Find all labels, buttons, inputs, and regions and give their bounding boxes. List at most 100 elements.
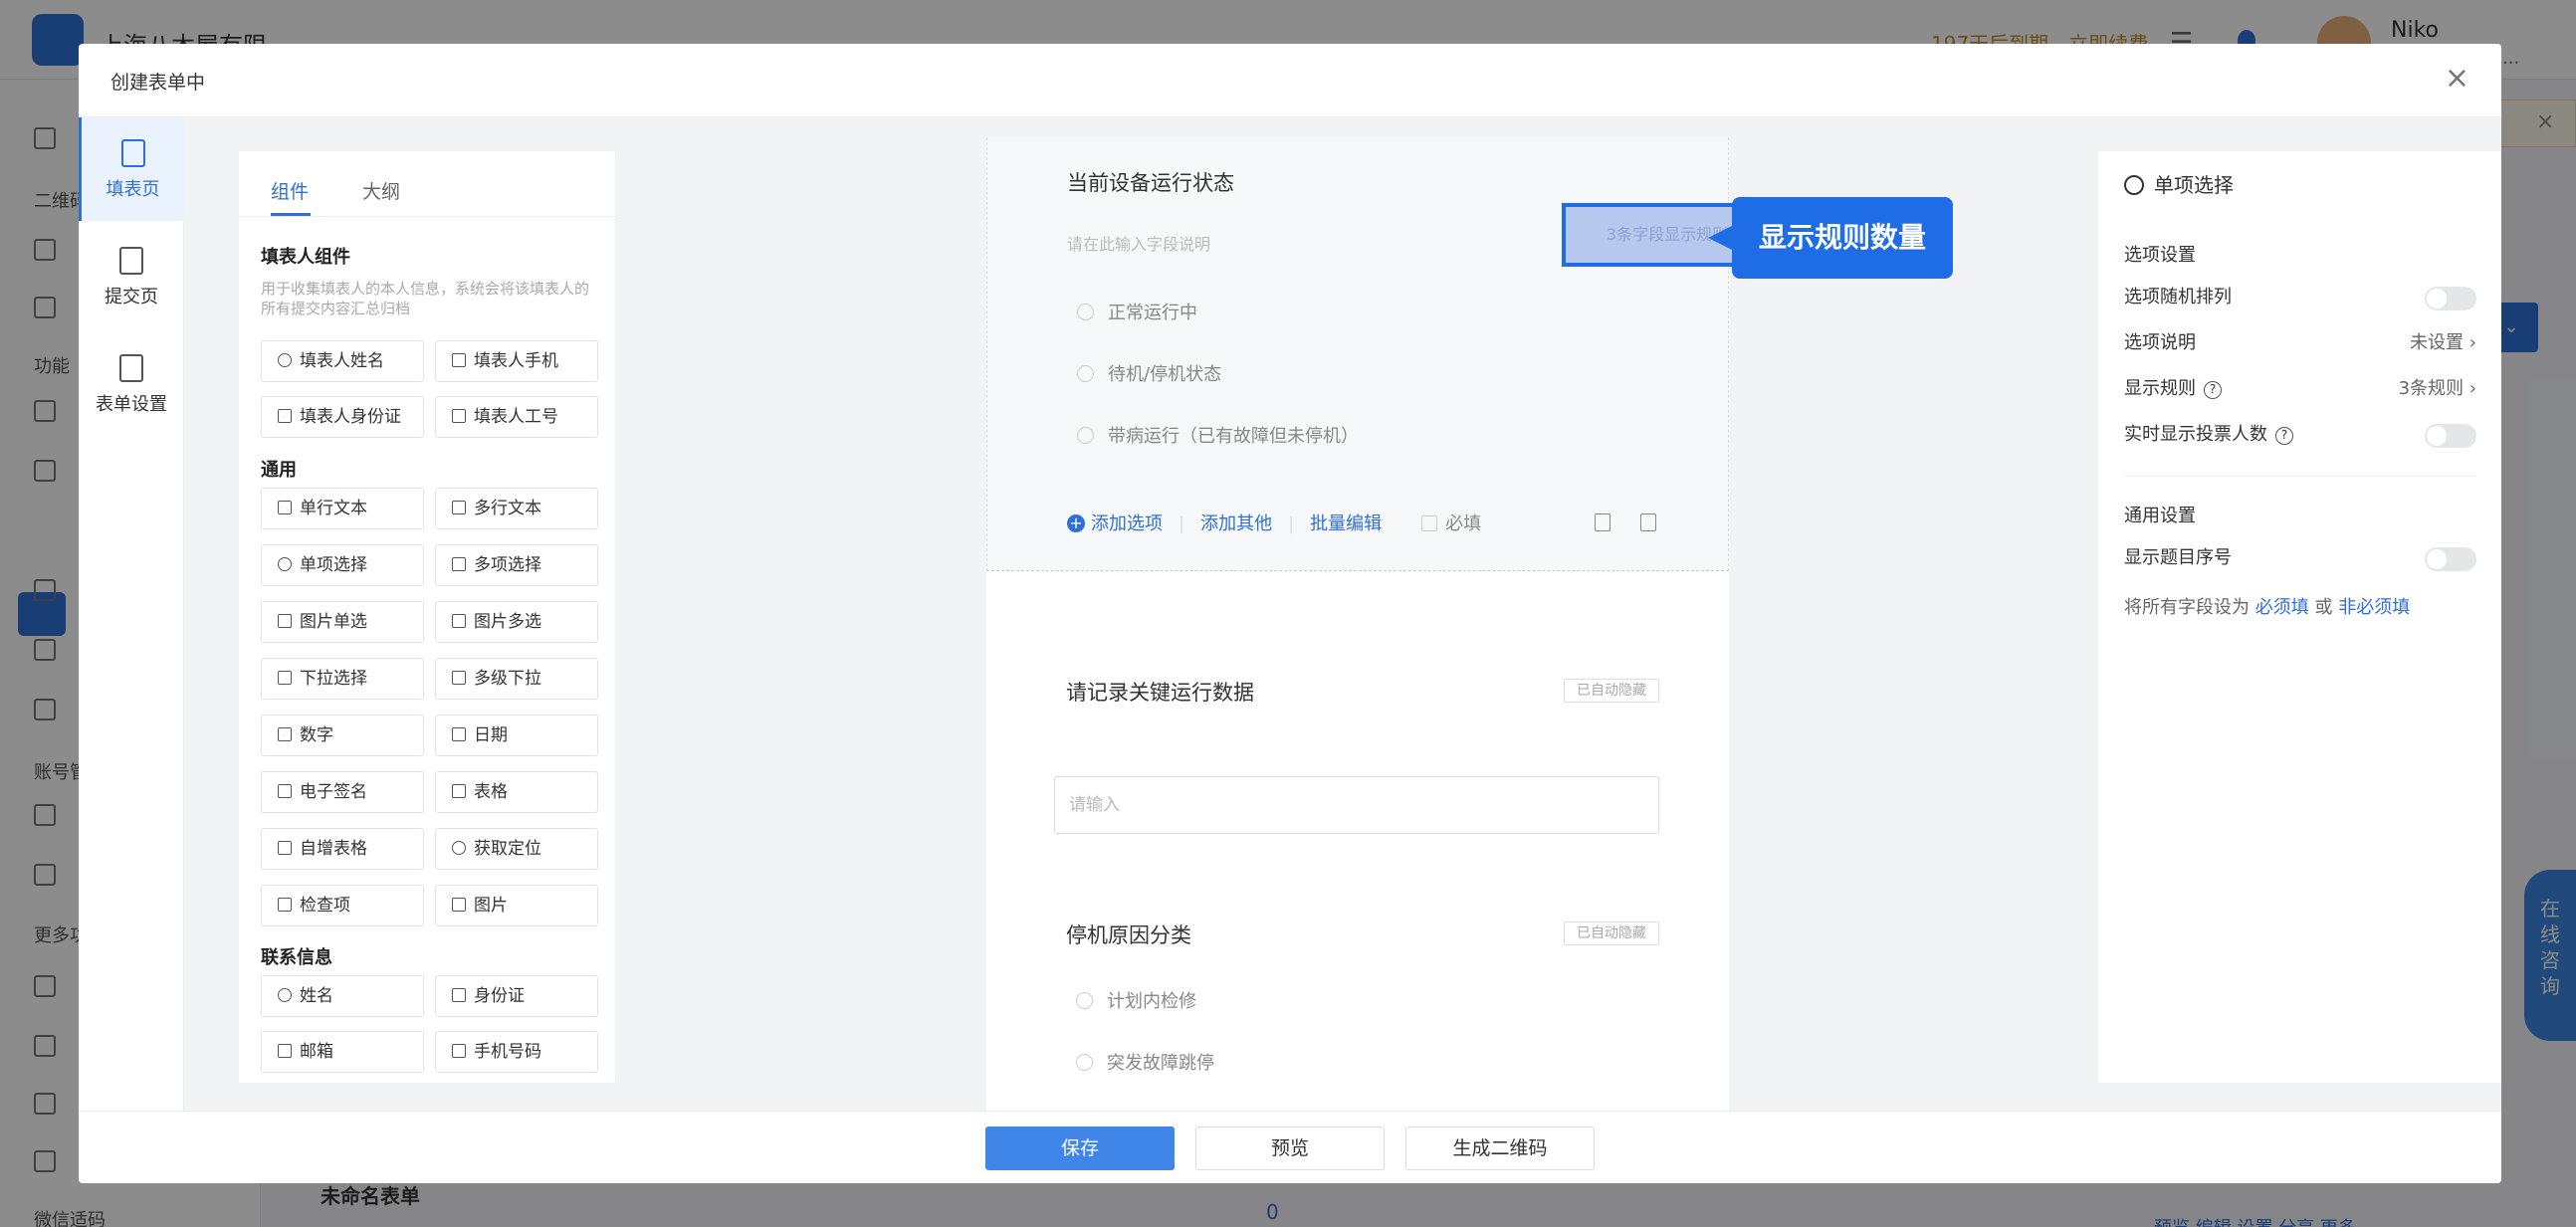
component-label: 数字 (300, 725, 333, 745)
component-email[interactable]: 邮箱 (261, 1031, 424, 1073)
option-item[interactable]: 待机/停机状态 (1077, 360, 1221, 386)
live-votes-toggle[interactable] (2425, 424, 2476, 448)
modal-header: 创建表单中 × (79, 44, 2501, 117)
component-filler-name[interactable]: 填表人姓名 (261, 340, 424, 382)
nav-label: 填表页 (106, 179, 160, 200)
component-number[interactable]: 数字 (261, 715, 424, 756)
component-image-single[interactable]: 图片单选 (261, 601, 424, 643)
help-icon[interactable]: ? (2275, 427, 2293, 445)
component-label: 电子签名 (300, 782, 367, 802)
component-single-choice[interactable]: 单项选择 (261, 544, 424, 586)
question-desc-field[interactable]: 请在此输入字段说明 (1067, 231, 1210, 255)
component-phone[interactable]: 手机号码 (435, 1031, 598, 1073)
auto-table-icon (278, 841, 292, 855)
add-option-button[interactable]: + 添加选项 (1067, 513, 1163, 534)
multiline-icon (452, 501, 466, 514)
annotation-callout: 显示规则数量 (1732, 197, 1953, 279)
component-label: 单项选择 (300, 555, 367, 575)
component-label: 日期 (474, 725, 508, 745)
component-filler-idcard[interactable]: 填表人身份证 (261, 396, 424, 438)
component-dropdown[interactable]: 下拉选择 (261, 658, 424, 700)
text-answer-input[interactable] (1054, 776, 1659, 834)
auto-hidden-badge: 已自动隐藏 (1564, 679, 1659, 703)
bulk-edit-button[interactable]: 批量编辑 (1310, 513, 1382, 534)
set-all-optional-link[interactable]: 非必须填 (2338, 597, 2410, 618)
component-label: 获取定位 (474, 839, 541, 859)
random-order-toggle[interactable] (2425, 287, 2476, 310)
component-cascade[interactable]: 多级下拉 (435, 658, 598, 700)
show-index-toggle[interactable] (2425, 547, 2476, 571)
tab-components[interactable]: 组件 (271, 177, 309, 204)
component-multi-line[interactable]: 多行文本 (435, 488, 598, 529)
modal-title: 创建表单中 (110, 72, 206, 94)
add-option-label: 添加选项 (1091, 513, 1163, 534)
component-table[interactable]: 表格 (435, 771, 598, 813)
option-item[interactable]: 带病运行（已有故障但未停机） (1077, 422, 1359, 448)
id-card-icon (278, 409, 292, 423)
nav-fill-page[interactable]: 填表页 (79, 117, 184, 221)
option-item[interactable]: 突发故障跳停 (1076, 1049, 1214, 1075)
question-title[interactable]: 请记录关键运行数据 (1066, 677, 1254, 707)
set-all-required-link[interactable]: 必须填 (2255, 597, 2309, 618)
component-signature[interactable]: 电子签名 (261, 771, 424, 813)
component-location[interactable]: 获取定位 (435, 828, 598, 870)
tab-outline[interactable]: 大纲 (362, 177, 400, 204)
question-title[interactable]: 当前设备运行状态 (1067, 167, 1234, 197)
component-label: 手机号码 (474, 1042, 541, 1062)
checklist-icon (278, 898, 292, 912)
component-label: 图片单选 (300, 612, 367, 632)
random-order-row: 选项随机排列 (2124, 283, 2476, 312)
cascade-icon (452, 671, 466, 685)
generate-qrcode-button[interactable]: 生成二维码 (1405, 1126, 1595, 1170)
phone-icon (452, 353, 466, 367)
delete-icon[interactable] (1640, 513, 1656, 531)
required-checkbox[interactable]: 必填 (1421, 513, 1481, 534)
component-idcard[interactable]: 身份证 (435, 975, 598, 1017)
id-card-icon (452, 988, 466, 1002)
option-label: 计划内检修 (1107, 991, 1196, 1012)
table-icon (452, 784, 466, 798)
modal-footer: 保存 预览 生成二维码 (79, 1111, 2501, 1183)
nav-form-settings[interactable]: 表单设置 (79, 332, 184, 436)
help-icon[interactable]: ? (2204, 381, 2222, 399)
component-single-line[interactable]: 单行文本 (261, 488, 424, 529)
close-icon[interactable]: × (2445, 62, 2469, 96)
option-label: 待机/停机状态 (1108, 364, 1222, 385)
component-name[interactable]: 姓名 (261, 975, 424, 1017)
option-item[interactable]: 计划内检修 (1076, 987, 1196, 1013)
section-title-filler: 填表人组件 (261, 247, 350, 268)
option-desc-setting[interactable]: 未设置 › (2410, 328, 2476, 358)
component-checklist[interactable]: 检查项 (261, 885, 424, 926)
nav-submit-page[interactable]: 提交页 (79, 225, 184, 328)
component-panel: 组件 大纲 填表人组件 用于收集填表人的本人信息，系统会将该填表人的所有提交内容… (239, 151, 615, 1083)
radio-icon (1077, 365, 1094, 382)
question-title[interactable]: 停机原因分类 (1066, 920, 1191, 949)
save-button[interactable]: 保存 (985, 1126, 1175, 1170)
option-label: 突发故障跳停 (1107, 1053, 1214, 1074)
component-label: 自增表格 (300, 839, 367, 859)
component-label: 多项选择 (474, 555, 541, 575)
component-multi-choice[interactable]: 多项选择 (435, 544, 598, 586)
bulk-required-prefix: 将所有字段设为 (2124, 597, 2250, 618)
component-filler-employee-id[interactable]: 填表人工号 (435, 396, 598, 438)
form-canvas: 当前设备运行状态 请在此输入字段说明 正常运行中 待机/停机状态 带病运行（已有… (986, 137, 1729, 1111)
preview-button[interactable]: 预览 (1195, 1126, 1385, 1170)
component-label: 填表人手机 (474, 351, 558, 371)
radio-icon (1077, 304, 1094, 320)
option-item[interactable]: 正常运行中 (1077, 299, 1197, 324)
component-filler-phone[interactable]: 填表人手机 (435, 340, 598, 382)
component-image-multi[interactable]: 图片多选 (435, 601, 598, 643)
component-label: 图片多选 (474, 612, 541, 632)
copy-icon[interactable] (1595, 513, 1610, 531)
component-label: 下拉选择 (300, 669, 367, 689)
option-label: 正常运行中 (1108, 303, 1197, 323)
text-doc-icon (278, 501, 292, 514)
component-date[interactable]: 日期 (435, 715, 598, 756)
add-other-button[interactable]: 添加其他 (1200, 513, 1272, 534)
display-rules-setting[interactable]: 3条规则 › (2399, 374, 2476, 404)
form-edit-icon (120, 139, 145, 167)
component-label: 图片 (474, 896, 508, 916)
component-image[interactable]: 图片 (435, 885, 598, 926)
radio-icon (2124, 175, 2144, 195)
component-auto-table[interactable]: 自增表格 (261, 828, 424, 870)
